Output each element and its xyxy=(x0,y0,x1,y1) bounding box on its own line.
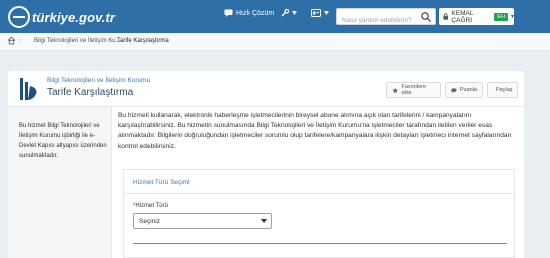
lock-icon xyxy=(443,13,448,20)
add-favorite-label: Favorilere ekle xyxy=(401,84,426,96)
user-badge: EH xyxy=(494,12,508,21)
quick-solution-button[interactable]: Hızlı Çözüm xyxy=(224,9,274,17)
chevron-down-icon xyxy=(324,11,329,15)
accessibility-menu-button[interactable] xyxy=(311,9,329,17)
sidebar: Bu hizmet Bilgi Teknolojileri ve İletişi… xyxy=(8,107,112,258)
home-icon[interactable] xyxy=(7,36,16,45)
site-logo[interactable]: türkiye.gov.tr xyxy=(8,6,115,28)
breadcrumb-item-institution[interactable]: Bilgi Teknolojileri ve İletişim Ku... xyxy=(34,38,121,44)
chevron-down-icon: ▾ xyxy=(510,14,514,20)
institution-name: Bilgi Teknolojileri ve İletişim Kurumu xyxy=(47,77,151,84)
rate-label: Puanla xyxy=(459,87,477,93)
share-button[interactable]: Paylaş xyxy=(487,82,518,98)
breadcrumb-separator: › xyxy=(19,38,21,44)
wrench-icon xyxy=(281,9,289,17)
card-divider xyxy=(124,193,514,194)
breadcrumb-separator: › xyxy=(110,38,112,44)
service-type-label: *Hizmet Türü xyxy=(133,203,168,209)
search-box xyxy=(336,8,436,28)
select-value: Seçiniz xyxy=(139,217,160,225)
service-type-select[interactable]: Seçiniz xyxy=(133,213,272,229)
logo-text: türkiye.gov.tr xyxy=(32,9,116,25)
user-name: KEMAL ÇAĞRI xyxy=(451,9,474,24)
tools-menu-button[interactable] xyxy=(281,9,297,17)
top-header: türkiye.gov.tr Hızlı Çözüm KEMAL ÇAĞRI E… xyxy=(0,0,550,33)
section-divider xyxy=(133,243,507,244)
share-label: Paylaş xyxy=(496,87,513,93)
service-provider-note: Bu hizmet Bilgi Teknolojileri ve İletişi… xyxy=(19,123,107,159)
user-menu[interactable]: KEMAL ÇAĞRI EH ▾ xyxy=(439,8,514,25)
rate-button[interactable]: Puanla xyxy=(445,82,483,98)
service-description: Bu hizmeti kullanarak, elektronik haberl… xyxy=(118,112,512,150)
search-icon[interactable] xyxy=(420,11,432,23)
id-card-icon xyxy=(311,9,321,17)
service-type-label-text: Hizmet Türü xyxy=(135,203,168,209)
quick-solution-label: Hızlı Çözüm xyxy=(236,9,275,17)
add-favorite-button[interactable]: Favorilere ekle xyxy=(386,82,441,98)
breadcrumb-item-current: Tarife Karşılaştırma xyxy=(117,38,169,44)
e-logo-icon xyxy=(8,6,30,28)
search-input[interactable] xyxy=(337,13,417,28)
comment-icon xyxy=(451,87,457,93)
chevron-down-icon xyxy=(261,219,267,223)
breadcrumb: › Bilgi Teknolojileri ve İletişim Ku... … xyxy=(0,33,550,51)
message-icon xyxy=(224,9,233,17)
card-title: Hizmet Türü Seçimi xyxy=(133,179,190,186)
main-panel: Bilgi Teknolojileri ve İletişim Kurumu T… xyxy=(8,71,524,258)
page-header: Bilgi Teknolojileri ve İletişim Kurumu T… xyxy=(8,71,524,107)
chevron-down-icon xyxy=(292,11,297,15)
service-type-card: Hizmet Türü Seçimi *Hizmet Türü Seçiniz xyxy=(123,169,515,258)
star-icon xyxy=(392,87,399,93)
page-title: Tarife Karşılaştırma xyxy=(47,87,134,98)
btk-logo-icon xyxy=(20,78,37,100)
